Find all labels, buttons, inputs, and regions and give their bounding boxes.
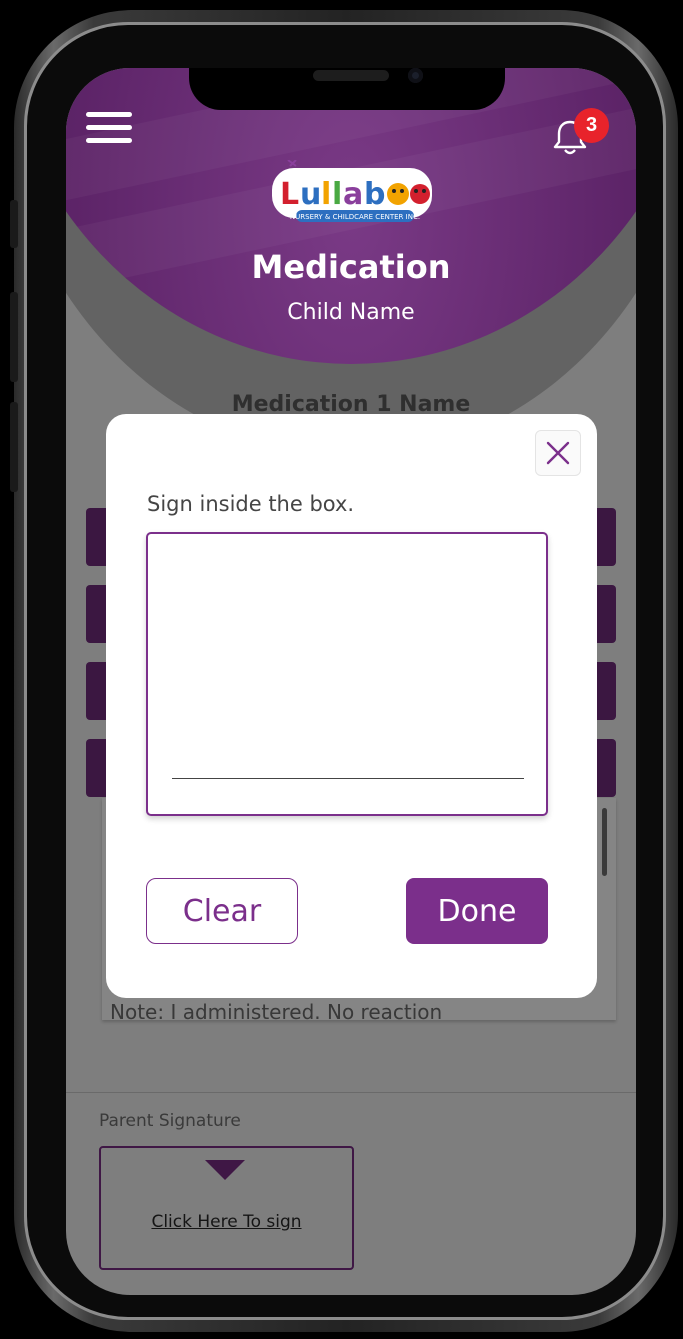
svg-text:NURSERY & CHILDCARE CENTER INC: NURSERY & CHILDCARE CENTER INC. [290,213,420,221]
volume-down-button [10,402,18,492]
svg-text:l: l [332,177,342,212]
svg-text:L: L [280,177,299,212]
page-title: Medication [251,248,451,286]
parent-signature-box[interactable]: Click Here To sign [99,1146,354,1270]
child-name: Child Name [287,300,415,325]
svg-text:u: u [300,177,321,212]
administration-note: Note: I administered. No reaction [110,1000,443,1024]
lullaboo-logo: L u l l a b NURSERY & CHILDCARE CENTER I… [272,160,432,222]
svg-text:l: l [321,177,331,212]
close-button[interactable] [535,430,581,476]
parent-signature-label: Parent Signature [99,1111,241,1131]
close-icon [546,441,570,465]
side-button [10,200,18,248]
svg-text:a: a [343,177,363,212]
divider [66,1092,636,1093]
svg-text:b: b [364,177,385,212]
signature-instruction: Sign inside the box. [147,492,355,516]
volume-up-button [10,292,18,382]
notch [189,68,505,110]
speaker [313,70,389,81]
caret-down-icon [205,1160,245,1180]
scrollbar[interactable] [602,808,607,876]
sign-link[interactable]: Click Here To sign [101,1212,352,1232]
hamburger-menu-icon[interactable] [86,112,132,146]
done-button[interactable]: Done [406,878,548,944]
notification-badge: 3 [574,108,609,143]
signature-baseline [172,778,524,779]
front-camera [408,68,423,83]
signature-pad[interactable] [146,532,548,816]
phone-screen: 3 L u l l a b NURSERY & CHILDCARE CENTER… [66,68,636,1295]
clear-button[interactable]: Clear [146,878,298,944]
signature-modal: Sign inside the box. Clear Done [106,414,597,998]
